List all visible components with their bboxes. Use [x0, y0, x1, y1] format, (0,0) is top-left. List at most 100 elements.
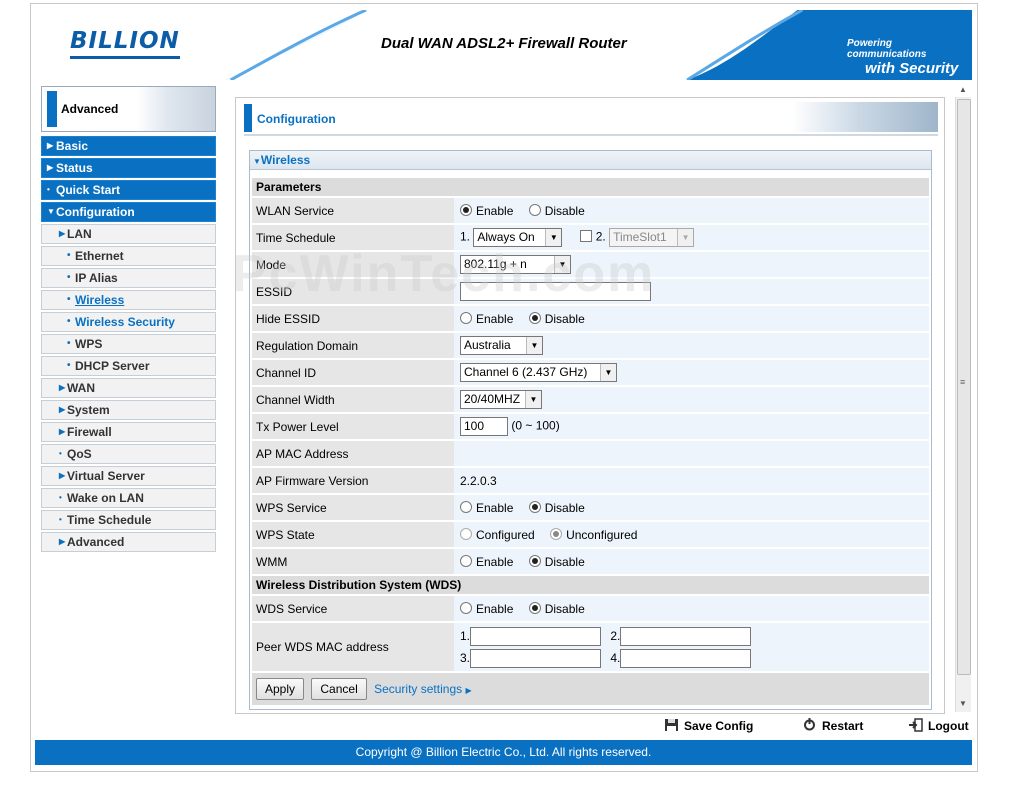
radio-icon[interactable]: [460, 527, 472, 540]
essid-value: [454, 279, 929, 304]
scroll-thumb[interactable]: [957, 99, 971, 675]
nav-virtual-server[interactable]: ▶ Virtual Server: [41, 466, 216, 486]
wlan-enable-label: Enable: [476, 203, 514, 218]
floppy-disk-icon: [665, 719, 678, 731]
time-schedule-select-2[interactable]: TimeSlot1 ▼: [609, 228, 695, 247]
tx-power-input[interactable]: 100: [460, 417, 508, 436]
nav-wireless[interactable]: • Wireless: [41, 290, 216, 310]
nav-wps[interactable]: • WPS: [41, 334, 216, 354]
peer-wds-mac-1[interactable]: [470, 627, 602, 647]
wds-enable-label: Enable: [476, 601, 514, 616]
radio-checked-icon[interactable]: [528, 554, 541, 567]
essid-input[interactable]: [460, 282, 651, 301]
nav-dhcp-server-label: DHCP Server: [75, 359, 150, 373]
footer: Copyright @ Billion Electric Co., Ltd. A…: [35, 740, 972, 765]
nav-firewall[interactable]: ▶ Firewall: [41, 422, 216, 442]
triangle-right-icon: ▶: [465, 686, 472, 695]
wds-service-label: WDS Service: [252, 596, 454, 621]
peer-wds-mac-3[interactable]: [470, 649, 602, 669]
save-config-button[interactable]: Save Config: [664, 718, 753, 733]
wmm-disable[interactable]: Disable: [528, 554, 585, 569]
content-scrollbar[interactable]: ▲ ≡ ▼: [955, 85, 971, 712]
nav-system[interactable]: ▶ System: [41, 400, 216, 420]
mode-select[interactable]: 802.11g + n ▼: [460, 255, 571, 274]
time-schedule-value: 1. Always On ▼ 2. TimeSlot1 ▼: [454, 225, 929, 250]
dot-icon: •: [67, 360, 71, 371]
hide-essid-disable[interactable]: Disable: [528, 311, 585, 326]
wmm-label: WMM: [252, 549, 454, 574]
wps-service-enable[interactable]: Enable: [460, 500, 513, 515]
triangle-down-icon: ▼: [253, 157, 261, 166]
time-schedule-checkbox-2[interactable]: [579, 229, 592, 242]
triangle-right-icon: ▶: [59, 405, 66, 414]
ap-mac-label: AP MAC Address: [252, 441, 454, 466]
scroll-down-icon[interactable]: ▼: [959, 699, 967, 708]
peer-wds-value: 1. 2. 3. 4.: [454, 623, 929, 671]
nav-lan[interactable]: ▶ LAN: [41, 224, 216, 244]
peer-wds-mac-4[interactable]: [620, 649, 752, 669]
wlan-service-disable[interactable]: Disable: [528, 203, 585, 218]
channel-id-select[interactable]: Channel 6 (2.437 GHz) ▼: [460, 363, 617, 382]
radio-icon[interactable]: [460, 311, 472, 324]
nav-advanced[interactable]: ▶ Advanced: [41, 532, 216, 552]
peer-wds-mac-2[interactable]: [620, 627, 752, 647]
wps-service-disable[interactable]: Disable: [528, 500, 585, 515]
wps-state-unconfigured[interactable]: Unconfigured: [550, 527, 637, 542]
nav-status[interactable]: ▶ Status: [41, 158, 216, 178]
radio-checked-icon[interactable]: [528, 500, 541, 513]
nav-wps-label: WPS: [75, 337, 103, 351]
wps-state-configured[interactable]: Configured: [460, 527, 535, 542]
cancel-button[interactable]: Cancel: [311, 678, 367, 700]
nav-ip-alias[interactable]: • IP Alias: [41, 268, 216, 288]
tx-power-range: (0 ~ 100): [511, 418, 560, 433]
peer-wds-num1: 1.: [460, 629, 471, 643]
nav-wake-on-lan[interactable]: • Wake on LAN: [41, 488, 216, 508]
wlan-disable-label: Disable: [544, 203, 585, 218]
channel-width-select[interactable]: 20/40MHZ ▼: [460, 390, 542, 409]
nav-time-schedule[interactable]: • Time Schedule: [41, 510, 216, 530]
nav-wan[interactable]: ▶ WAN: [41, 378, 216, 398]
restart-label: Restart: [822, 719, 864, 733]
radio-checked-icon[interactable]: [550, 527, 563, 540]
radio-checked-icon[interactable]: [528, 311, 541, 324]
nav-qos[interactable]: • QoS: [41, 444, 216, 464]
mode-indicator: Advanced: [41, 86, 216, 132]
wds-service-disable[interactable]: Disable: [528, 601, 585, 616]
channel-id-select-value: Channel 6 (2.437 GHz): [464, 365, 588, 379]
nav-wireless-security[interactable]: • Wireless Security: [41, 312, 216, 332]
dot-icon: •: [59, 493, 62, 502]
peer-wds-num3: 3.: [460, 651, 471, 665]
nav-system-label: System: [67, 403, 110, 417]
panel-title[interactable]: ▼Wireless: [250, 151, 931, 170]
nav-basic[interactable]: ▶ Basic: [41, 136, 216, 156]
nav-quick-start[interactable]: • Quick Start: [41, 180, 216, 200]
radio-icon[interactable]: [460, 554, 472, 567]
essid-label: ESSID: [252, 279, 454, 304]
nav-ethernet[interactable]: • Ethernet: [41, 246, 216, 266]
time-schedule-select-1[interactable]: Always On ▼: [473, 228, 563, 247]
logo-underline: [70, 56, 180, 59]
time-schedule-label: Time Schedule: [252, 225, 454, 250]
logout-button[interactable]: Logout: [908, 718, 969, 733]
regulation-domain-select[interactable]: Australia ▼: [460, 336, 543, 355]
wmm-enable[interactable]: Enable: [460, 554, 513, 569]
security-settings-link[interactable]: Security settings ▶: [374, 682, 472, 696]
radio-icon[interactable]: [460, 601, 472, 614]
radio-icon[interactable]: [528, 203, 541, 216]
scroll-up-icon[interactable]: ▲: [959, 85, 967, 94]
apply-button[interactable]: Apply: [256, 678, 305, 700]
radio-checked-icon[interactable]: [528, 601, 541, 614]
radio-icon[interactable]: [460, 500, 472, 513]
wlan-service-enable[interactable]: Enable: [460, 203, 514, 218]
chevron-down-icon: ▼: [554, 256, 570, 273]
chevron-down-icon: ▼: [677, 229, 694, 246]
hide-essid-enable[interactable]: Enable: [460, 311, 513, 326]
dot-icon: •: [47, 185, 50, 194]
nav-configuration[interactable]: ▼ Configuration: [41, 202, 216, 222]
restart-button[interactable]: Restart: [802, 718, 863, 733]
nav-dhcp-server[interactable]: • DHCP Server: [41, 356, 216, 376]
wds-service-enable[interactable]: Enable: [460, 601, 514, 616]
radio-checked-icon[interactable]: [460, 203, 472, 216]
panel-title-label: Wireless: [260, 153, 311, 167]
wlan-service-label: WLAN Service: [252, 198, 454, 223]
